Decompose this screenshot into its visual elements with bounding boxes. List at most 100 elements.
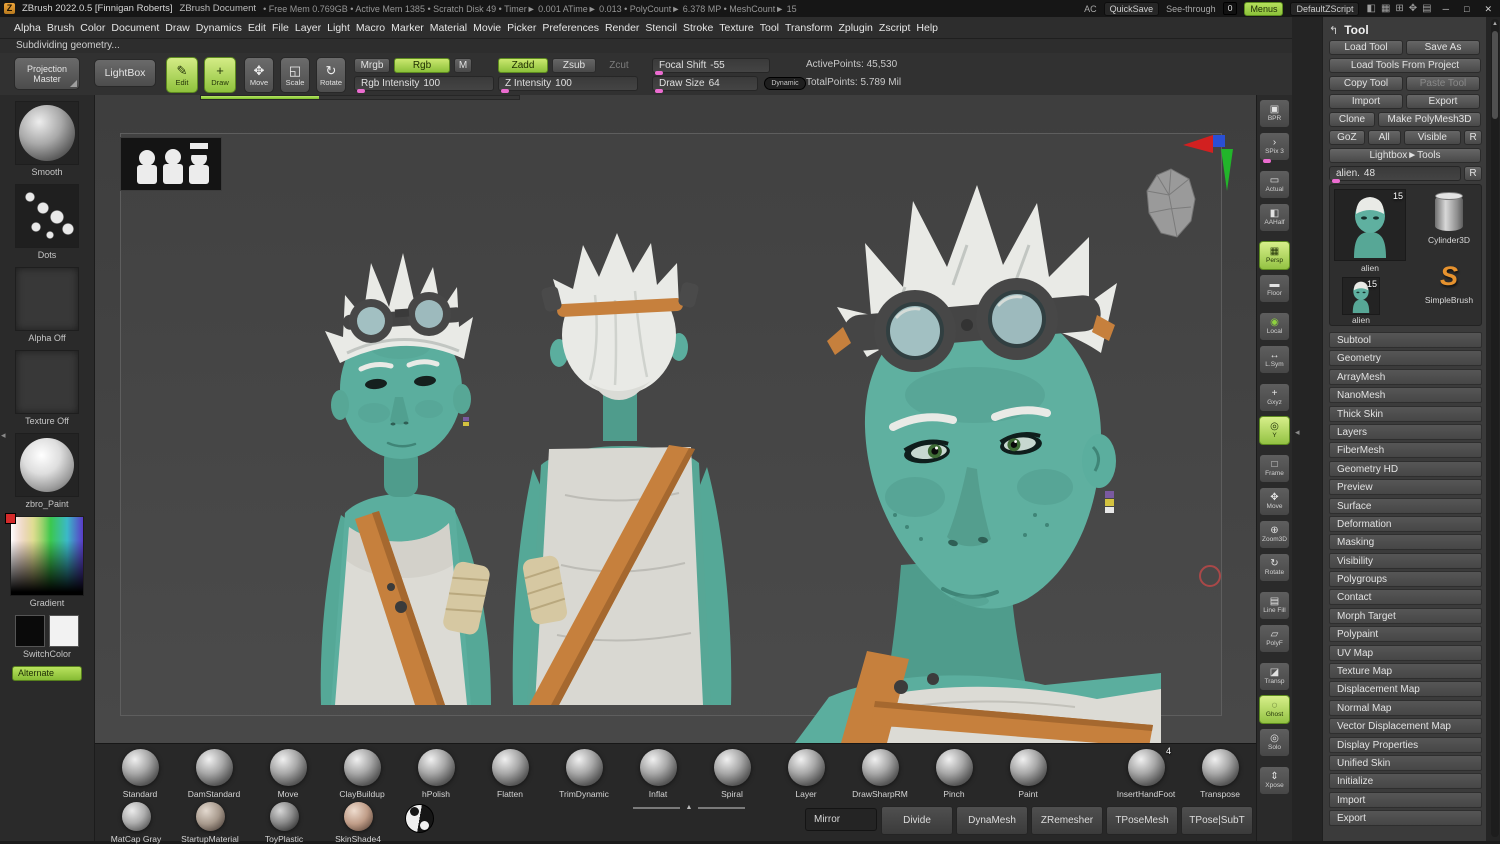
projection-master-button[interactable]: Projection Master [14, 57, 80, 90]
goz-all-button[interactable]: All [1367, 130, 1401, 145]
tool-section[interactable]: Geometry [1329, 350, 1482, 367]
lightbox-tools-button[interactable]: Lightbox►Tools [1329, 148, 1481, 163]
alternate-toggle[interactable]: Alternate [9, 666, 85, 681]
default-zscript-button[interactable]: DefaultZScript [1290, 1, 1360, 16]
rgb-button[interactable]: Rgb [394, 58, 450, 73]
brush-item[interactable]: Move [251, 747, 325, 799]
tool-section[interactable]: Surface [1329, 497, 1482, 514]
menu-item[interactable]: Alpha [14, 22, 41, 34]
brush-item[interactable]: Transpose [1183, 747, 1257, 799]
load-tools-from-project-button[interactable]: Load Tools From Project [1329, 58, 1481, 73]
export-tool-button[interactable]: Export [1406, 94, 1480, 109]
recent-tool-thumbnail[interactable]: 15 [1342, 277, 1380, 315]
menu-item[interactable]: Edit [248, 22, 266, 34]
tool-section[interactable]: Normal Map [1329, 699, 1482, 716]
geometry-action-button[interactable]: TPose|SubT [1181, 806, 1253, 835]
goz-visible-button[interactable]: Visible [1403, 130, 1462, 145]
brush-item[interactable]: Paint [991, 747, 1065, 799]
brush-item[interactable]: hPolish [399, 747, 473, 799]
tool-section[interactable]: Unified Skin [1329, 754, 1482, 771]
rail-button-ghost[interactable]: ◌ Ghost [1259, 695, 1290, 724]
simplebrush-tool[interactable]: S SimpleBrush [1416, 261, 1482, 319]
rail-button-aahalf[interactable]: ◧ AAHalf [1259, 203, 1290, 232]
rotate-button[interactable]: ↻ Rotate [316, 57, 346, 93]
move-button[interactable]: ✥ Move [244, 57, 274, 93]
material-item[interactable]: MatCap Gray [99, 800, 173, 844]
material-item[interactable]: ToyPlastic [247, 800, 321, 844]
secondary-color-swatch[interactable] [49, 615, 79, 647]
mirror-field[interactable]: Mirror [805, 808, 877, 831]
dock-palette-icon[interactable]: ↰ [1329, 24, 1338, 37]
paste-tool-button[interactable]: Paste Tool [1406, 76, 1480, 91]
geometry-action-button[interactable]: Divide [881, 806, 953, 835]
menu-item[interactable]: Marker [391, 22, 424, 34]
tool-section[interactable]: Deformation [1329, 515, 1482, 532]
draw-button[interactable]: + Draw [204, 57, 236, 93]
alternate-button[interactable]: Alternate [12, 666, 82, 681]
dynamic-toggle[interactable]: Dynamic [764, 77, 806, 90]
rail-button-transp[interactable]: ◪ Transp [1259, 662, 1290, 691]
brush-item[interactable]: Pinch [917, 747, 991, 799]
menu-item[interactable]: Document [111, 22, 159, 34]
zsub-button[interactable]: Zsub [552, 58, 596, 73]
switch-color[interactable]: SwitchColor [9, 615, 85, 659]
geometry-action-button[interactable]: TPoseMesh [1106, 806, 1178, 835]
material-selector[interactable]: zbro_Paint [9, 433, 85, 509]
menu-item[interactable]: Transform [785, 22, 832, 34]
cylinder3d-tool[interactable]: Cylinder3D [1416, 191, 1482, 257]
brush-tray-scrollbar[interactable]: ▲ [633, 804, 745, 811]
brush-item[interactable]: Layer [769, 747, 843, 799]
slider-handle[interactable] [655, 89, 663, 93]
scale-button[interactable]: ◱ Scale [280, 57, 310, 93]
load-tool-button[interactable]: Load Tool [1329, 40, 1403, 55]
menu-item[interactable]: Material [430, 22, 467, 34]
scroll-up-icon[interactable]: ▲ [686, 804, 693, 811]
menu-item[interactable]: Texture [719, 22, 753, 34]
menu-item[interactable]: Light [327, 22, 350, 34]
brush-item[interactable]: TrimDynamic [547, 747, 621, 799]
clone-button[interactable]: Clone [1329, 112, 1375, 127]
import-tool-button[interactable]: Import [1329, 94, 1403, 109]
stroke-dots-selector[interactable]: Dots [9, 184, 85, 260]
brush-item[interactable]: 4 InsertHandFoot [1109, 746, 1183, 799]
slider-handle[interactable] [357, 89, 365, 93]
brush-item[interactable]: Standard [103, 747, 177, 799]
geometry-action-button[interactable]: DynaMesh [956, 806, 1028, 835]
menu-item[interactable]: Preferences [542, 22, 599, 34]
menu-item[interactable]: Stencil [645, 22, 677, 34]
m-button[interactable]: M [454, 58, 472, 73]
mrgb-button[interactable]: Mrgb [354, 58, 390, 73]
edit-button[interactable]: ✎ Edit [166, 57, 198, 93]
brush-item[interactable]: Inflat [621, 747, 695, 799]
menus-toggle-button[interactable]: Menus [1244, 1, 1284, 16]
goz-r-button[interactable]: R [1464, 130, 1482, 145]
rail-button-floor[interactable]: ▬ Floor [1259, 274, 1290, 303]
palette-scrollbar[interactable]: ▲ [1491, 19, 1499, 837]
tool-section[interactable]: Polygroups [1329, 571, 1482, 588]
rail-button-zoom3d[interactable]: ⊕ Zoom3D [1259, 520, 1290, 549]
menu-item[interactable]: Layer [295, 22, 321, 34]
menu-item[interactable]: Zscript [879, 22, 911, 34]
tool-section[interactable]: Thick Skin [1329, 405, 1482, 422]
primary-color-swatch[interactable] [15, 615, 45, 647]
menu-item[interactable]: Draw [165, 22, 190, 34]
tool-section[interactable]: Preview [1329, 479, 1482, 496]
tool-section[interactable]: Polypaint [1329, 626, 1482, 643]
rail-button-gxyz[interactable]: + Gxyz [1259, 383, 1290, 412]
rail-button-frame[interactable]: □ Frame [1259, 454, 1290, 483]
layout-icon-dock-left[interactable]: ◧ [1366, 1, 1375, 17]
brush-item[interactable]: DamStandard [177, 747, 251, 799]
tool-section[interactable]: NanoMesh [1329, 387, 1482, 404]
rail-button-move[interactable]: ✥ Move [1259, 487, 1290, 516]
color-picker[interactable]: Gradient [5, 513, 85, 608]
z-intensity-slider[interactable]: Z Intensity 100 [498, 76, 638, 93]
menu-item[interactable]: Movie [473, 22, 501, 34]
brush-item[interactable]: Flatten [473, 747, 547, 799]
menu-item[interactable]: Picker [507, 22, 536, 34]
layout-icon-grid-layout[interactable]: ▦ [1381, 1, 1390, 17]
slider-r-button[interactable]: R [1464, 166, 1482, 181]
rail-button-line-fill[interactable]: ▤ Line Fill [1259, 591, 1290, 620]
menu-item[interactable]: Brush [47, 22, 74, 34]
rail-button-solo[interactable]: ◎ Solo [1259, 728, 1290, 757]
material-item[interactable]: SkinShade4 [321, 800, 395, 844]
